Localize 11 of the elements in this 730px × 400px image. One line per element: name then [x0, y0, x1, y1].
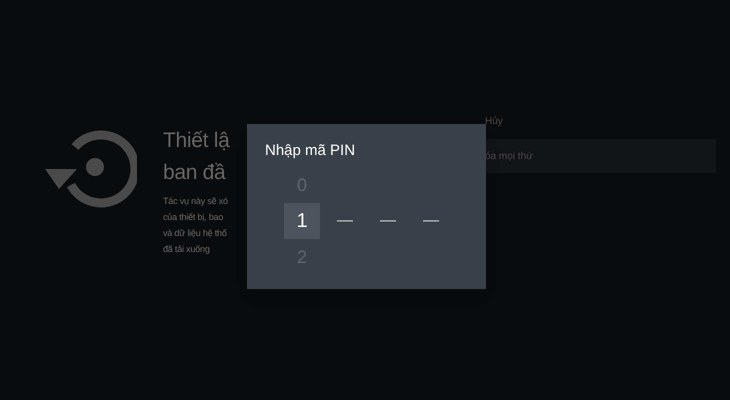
- page-title: Thiết lậ: [163, 128, 230, 154]
- pin-digit[interactable]: —: [423, 209, 439, 233]
- description-text: của thiết bị, bao: [163, 211, 224, 224]
- dialog-title: Nhập mã PIN: [265, 142, 356, 159]
- description-text: Tác vụ này sẽ xó: [163, 195, 229, 208]
- page-title: ban đầ: [163, 160, 227, 186]
- description-text: đã tải xuống: [163, 243, 211, 256]
- description-text: và dữ liệu hệ thố: [163, 227, 228, 240]
- pin-digit[interactable]: 1: [284, 203, 320, 239]
- pin-digit[interactable]: —: [380, 209, 396, 233]
- pin-digit[interactable]: —: [337, 209, 353, 233]
